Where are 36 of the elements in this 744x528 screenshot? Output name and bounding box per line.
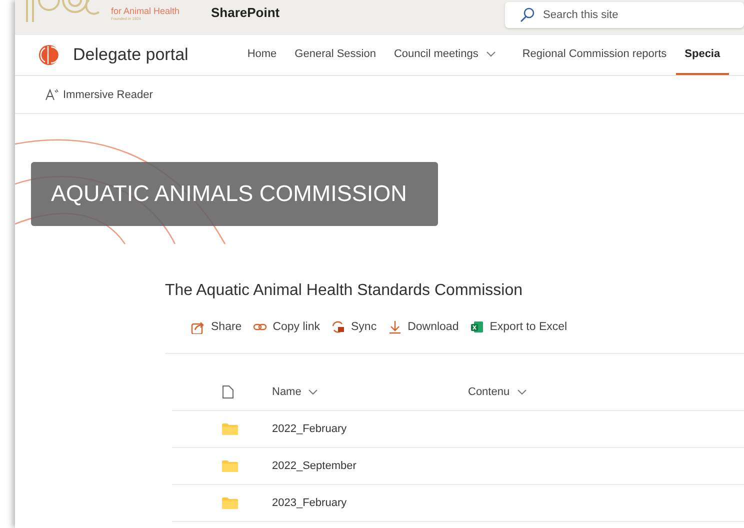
site-logo-icon	[38, 44, 60, 66]
library-title: The Aquatic Animal Health Standards Commission	[165, 282, 524, 300]
folder-name[interactable]: 2022_February	[270, 423, 347, 435]
nav-link[interactable]: General Session	[286, 34, 385, 74]
folder-icon	[222, 497, 238, 509]
folder-name[interactable]: 2022_September	[270, 460, 356, 472]
toolbar-button[interactable]: Copy link	[248, 318, 324, 336]
reader-icon	[45, 88, 59, 101]
download-icon	[388, 320, 402, 334]
sync-icon	[331, 320, 345, 334]
folder-name[interactable]: 2023_February	[270, 497, 347, 509]
site-title[interactable]: Delegate portal	[73, 45, 188, 65]
toolbar-button[interactable]: Share	[187, 318, 246, 336]
file-icon	[222, 385, 234, 399]
search-icon	[519, 6, 535, 22]
folder-icon	[222, 460, 238, 472]
org-name: for Animal Health	[111, 6, 180, 16]
app-name[interactable]: SharePoint	[211, 5, 280, 20]
toolbar-button[interactable]: Export to Excel	[466, 318, 572, 336]
folder-icon	[222, 423, 238, 435]
share-icon	[191, 320, 205, 334]
toolbar-button[interactable]: Download	[384, 318, 463, 336]
search-field[interactable]: Search this site	[505, 2, 744, 28]
nav-link[interactable]: Home	[238, 34, 286, 74]
chevron-down-icon	[308, 389, 318, 395]
chevron-down-icon	[486, 50, 496, 56]
chevron-down-icon	[516, 389, 527, 395]
toolbar-button[interactable]: Sync	[327, 318, 381, 336]
column-header[interactable]: Name	[270, 384, 466, 400]
nav-link[interactable]: Regional Commission reports	[513, 34, 676, 74]
nav-link[interactable]: Specia	[676, 34, 730, 74]
column-header[interactable]: Contenu	[466, 384, 529, 400]
nav-link[interactable]: Council meetings	[384, 34, 506, 74]
spreadsheet-icon	[470, 320, 484, 334]
immersive-reader-button[interactable]: Immersive Reader	[43, 86, 155, 103]
banner-title: AQUATIC ANIMALS COMMISSION	[31, 162, 438, 226]
